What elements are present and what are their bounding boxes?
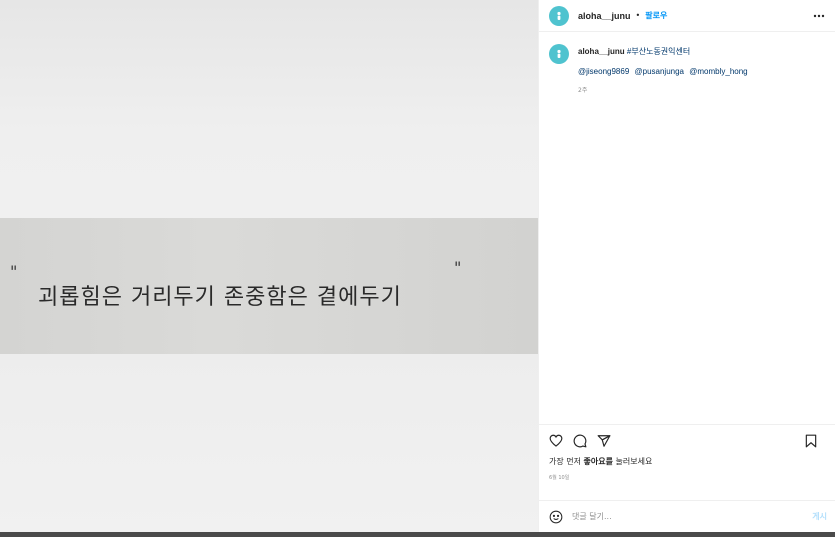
mention-link-1[interactable]: @jiseong9869: [578, 67, 629, 76]
bookmark-icon[interactable]: [803, 433, 819, 449]
post-comment-button[interactable]: 게시: [812, 511, 827, 522]
bottom-strip: [0, 532, 835, 537]
caption-avatar[interactable]: [549, 44, 569, 64]
caption: aloha__junu #부산노동권익센터 @jiseong9869 @pusa…: [549, 44, 825, 94]
caption-mentions: @jiseong9869 @pusanjunga @mombly_hong: [578, 67, 751, 76]
header-username[interactable]: aloha__junu: [578, 11, 631, 21]
caption-username[interactable]: aloha__junu: [578, 47, 625, 56]
caption-avatar-figure-icon: [557, 49, 561, 58]
post-header: aloha__junu • 팔로우: [539, 0, 835, 32]
caption-body: aloha__junu #부산노동권익센터 @jiseong9869 @pusa…: [578, 44, 751, 94]
caption-line: aloha__junu #부산노동권익센터: [578, 46, 751, 58]
post-modal: " " 괴롭힘은 거리두기 존중함은 곁에두기 aloha__junu • 팔로…: [0, 0, 835, 532]
post-date: 6월 10일: [549, 475, 570, 481]
post-image[interactable]: " " 괴롭힘은 거리두기 존중함은 곁에두기: [0, 0, 538, 532]
comment-input[interactable]: [572, 512, 772, 521]
avatar-figure-icon: [557, 11, 561, 20]
like-link[interactable]: 좋아요를: [584, 457, 613, 466]
add-comment-bar: 게시: [539, 500, 835, 532]
caption-hashtag-link[interactable]: #부산노동권익센터: [627, 47, 690, 56]
emoji-icon[interactable]: [548, 509, 564, 525]
handwritten-slogan-text: 괴롭힘은 거리두기 존중함은 곁에두기: [38, 285, 402, 310]
post-side-panel: aloha__junu • 팔로우 aloha__junu #부산노동권익센터 …: [538, 0, 835, 532]
share-icon[interactable]: [596, 433, 612, 449]
paper-background-bottom: [0, 354, 538, 532]
heart-icon[interactable]: [548, 433, 564, 449]
action-bar: [539, 424, 835, 456]
comments-area: aloha__junu #부산노동권익센터 @jiseong9869 @pusa…: [539, 32, 835, 424]
mention-link-3[interactable]: @mombly_hong: [689, 67, 747, 76]
likes-prefix: 가장 먼저: [549, 457, 584, 466]
caption-time: 2주: [578, 87, 588, 94]
paper-background-top: [0, 0, 538, 218]
comment-icon[interactable]: [572, 433, 588, 449]
more-options-icon[interactable]: [811, 8, 827, 24]
mention-link-2[interactable]: @pusanjunga: [635, 67, 685, 76]
header-separator: •: [635, 11, 641, 20]
likes-suffix: 눌러보세요: [612, 457, 653, 466]
avatar[interactable]: [549, 5, 569, 26]
follow-button[interactable]: 팔로우: [645, 10, 667, 21]
likes-prompt: 가장 먼저 좋아요를 눌러보세요: [539, 456, 835, 470]
handwritten-slogan-strokes: 괴롭힘은 거리두기 존중함은 곁에두기: [38, 285, 402, 310]
handwritten-slogan: 괴롭힘은 거리두기 존중함은 곁에두기: [10, 262, 530, 322]
